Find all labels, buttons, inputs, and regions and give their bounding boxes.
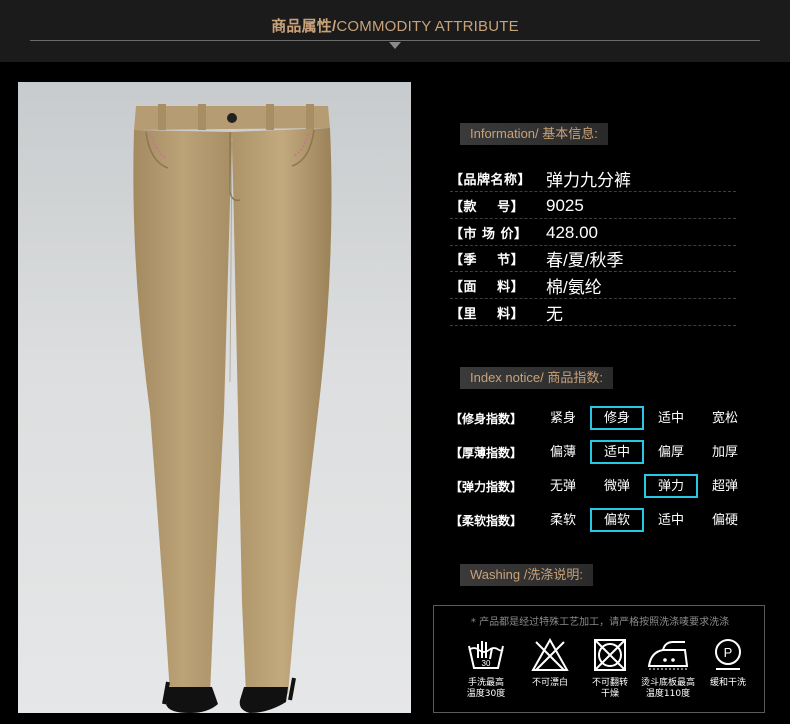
index-row-thickness: 【厚薄指数】 偏薄 适中 偏厚 加厚 [450,440,752,464]
info-value: 无 [546,305,563,324]
index-option-selected: 偏软 [590,508,644,532]
wash-label: 不可漂白 [531,678,568,688]
index-option: 加厚 [711,445,738,460]
hand-wash-30-icon: 30 [468,641,504,669]
wash-item-hand-wash: 30 手洗最高 温度30度 [458,638,514,700]
dry-clean-p-icon: P [715,639,741,670]
svg-text:P: P [724,645,733,660]
index-option: 紧身 [549,411,576,426]
info-row-price: 【市 场 价】 428.00 [450,220,736,246]
wash-item-no-tumble: 不可翻转 干燥 [582,638,638,700]
info-row-season: 【季 节】 春/夏/秋季 [450,246,736,272]
index-option: 偏厚 [657,445,684,460]
info-row-fabric: 【面 料】 棉/氨纶 [450,273,736,299]
info-label: 【市 场 价】 [450,227,528,242]
index-section-tag: Index notice/ 商品指数: [460,367,613,389]
wash-label: 烫斗底板最高 温度110度 [640,678,695,699]
down-arrow-icon [389,42,401,49]
index-label: 【修身指数】 [450,411,523,426]
index-option: 偏硬 [711,513,738,528]
iron-110-icon [647,641,689,670]
info-label: 【品牌名称】 [450,173,532,188]
info-section-tag: Information/ 基本信息: [460,123,608,145]
info-label: 【款 号】 [450,200,525,215]
index-option: 超弹 [711,479,738,494]
no-bleach-icon [531,638,569,671]
washing-note: * 产品都是经过特殊工艺加工，请严格按照洗涤唛要求洗涤 [470,617,730,628]
index-option: 适中 [657,513,684,528]
wash-label: 缓和干洗 [709,678,746,688]
info-row-style-number: 【款 号】 9025 [450,193,736,219]
index-option: 宽松 [711,411,738,426]
wash-label: 手洗最高 温度30度 [466,678,506,699]
wash-item-iron: 烫斗底板最高 温度110度 [640,638,696,700]
wash-item-dry-clean: P 缓和干洗 [700,638,756,689]
info-label: 【里 料】 [450,307,525,322]
info-row-lining: 【里 料】 无 [450,300,736,326]
washing-instructions-box: * 产品都是经过特殊工艺加工，请严格按照洗涤唛要求洗涤 30 手洗最高 温度30度… [433,605,765,713]
index-label: 【弹力指数】 [450,479,523,494]
wash-label: 不可翻转 干燥 [591,678,628,699]
info-value: 棉/氨纶 [546,278,602,297]
index-label: 【柔软指数】 [450,513,523,528]
index-option-selected: 适中 [590,440,644,464]
pants-illustration [133,104,332,713]
page-header: 商品属性/COMMODITY ATTRIBUTE [0,0,790,62]
washing-section-tag: Washing /洗涤说明: [460,564,593,586]
index-row-elasticity: 【弹力指数】 无弹 微弹 弹力 超弹 [450,474,752,498]
index-option: 偏薄 [549,445,576,460]
product-photo [18,82,411,713]
index-option: 柔软 [549,513,576,528]
info-value: 9025 [546,195,584,215]
index-label: 【厚薄指数】 [450,445,523,460]
svg-text:30: 30 [482,659,491,668]
index-option: 微弹 [603,479,630,494]
info-value: 春/夏/秋季 [546,251,624,270]
index-option: 适中 [657,411,684,426]
header-divider [30,40,760,41]
index-option: 无弹 [549,479,576,494]
info-row-brand: 【品牌名称】 弹力九分裤 [450,166,736,192]
index-option-selected: 修身 [590,406,644,430]
index-option-selected: 弹力 [644,474,698,498]
info-value: 428.00 [546,222,598,242]
title-cn: 商品属性/ [271,18,337,35]
index-row-fit: 【修身指数】 紧身 修身 适中 宽松 [450,406,752,430]
info-label: 【季 节】 [450,253,525,268]
info-label: 【面 料】 [450,280,525,295]
info-value: 弹力九分裤 [546,171,631,190]
title-en: COMMODITY ATTRIBUTE [336,18,519,35]
wash-item-no-bleach: 不可漂白 [522,638,578,689]
index-row-softness: 【柔软指数】 柔软 偏软 适中 偏硬 [450,508,752,532]
section-title: 商品属性/COMMODITY ATTRIBUTE [0,15,790,36]
no-tumble-dry-icon [594,639,626,671]
